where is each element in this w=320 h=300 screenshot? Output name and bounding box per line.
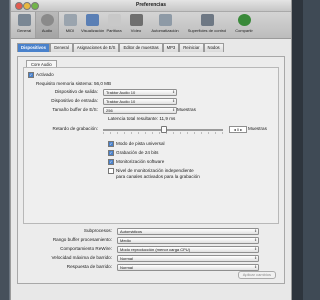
buffer-unit: Muestras <box>177 107 196 112</box>
nivel-sub-label: para canales activados para la grabación <box>116 174 200 179</box>
latencia-label: Latencia total resultante: 11,9 ms <box>108 116 176 121</box>
chevron-updown-icon: ⇕ <box>172 108 175 112</box>
checkmark-icon: ✓ <box>108 141 114 147</box>
activado-checkbox[interactable]: ✓ Activado <box>28 72 54 78</box>
respuesta-popup[interactable]: Normal ⇕ <box>117 264 259 271</box>
preferences-window: Preferencias General Audio MIDI Visualiz… <box>10 0 292 300</box>
tab-bar: Dispositivos General Asignaciones de E/S… <box>11 39 291 52</box>
check-monitorizacion[interactable]: ✓ Monitorización software <box>108 159 164 165</box>
retardo-stepper[interactable]: ◂ 0 ▸ <box>229 126 247 133</box>
memoria-label: Requisito memoria sistema: 56,0 MB <box>36 81 112 86</box>
buffer-label: Tamaño buffer de E/S: <box>52 107 98 112</box>
checkmark-icon: ✓ <box>108 150 114 156</box>
midi-cable-icon <box>63 14 77 26</box>
toolbar-superficies[interactable]: Superficies de control <box>183 12 231 38</box>
toolbar-automatizacion[interactable]: Automatización <box>147 12 183 38</box>
tab-mp3[interactable]: MP3 <box>162 43 180 52</box>
share-icon <box>237 14 251 26</box>
entrada-label: Dispositivo de entrada: <box>51 98 98 103</box>
chevron-updown-icon: ⇕ <box>172 90 175 94</box>
plus-icon[interactable]: ▸ <box>240 127 242 132</box>
checkbox-empty-icon <box>108 168 114 174</box>
tab-dispositivos[interactable]: Dispositivos <box>17 43 50 52</box>
film-icon <box>129 14 143 26</box>
toolbar-partitura[interactable]: Partitura <box>103 12 125 38</box>
tab-general[interactable]: General <box>49 43 73 52</box>
switch-icon <box>17 14 31 26</box>
velocidad-label: Velocidad máxima de barrido: <box>51 255 112 260</box>
core-audio-group: ✓ Activado Requisito memoria sistema: 56,… <box>23 67 279 224</box>
check-modo-pista[interactable]: ✓ Modo de pista universal <box>108 141 165 147</box>
toolbar-general[interactable]: General <box>13 12 35 38</box>
title-bar[interactable]: Preferencias <box>11 0 291 12</box>
tab-asignaciones[interactable]: Asignaciones de E/S <box>72 43 120 52</box>
tab-nodos[interactable]: Nodos <box>203 43 224 52</box>
window-title: Preferencias <box>135 2 167 8</box>
rango-popup[interactable]: Medio ⇕ <box>117 237 259 244</box>
toolbar-compartir[interactable]: Compartir <box>231 12 257 38</box>
checkmark-icon: ✓ <box>28 72 34 78</box>
tab-reiniciar[interactable]: Reiniciar <box>179 43 204 52</box>
chevron-updown-icon: ⇕ <box>254 238 257 242</box>
control-surface-icon <box>200 14 214 26</box>
procesador-label: Subprocesos: <box>83 228 112 233</box>
rewire-label: Comportamiento ReWire: <box>60 246 112 251</box>
entrada-popup[interactable]: Traktor Audio 10 ⇕ <box>103 98 177 105</box>
chevron-updown-icon: ⇕ <box>254 265 257 269</box>
monitor-icon <box>85 14 99 26</box>
speaker-icon <box>40 14 54 26</box>
aplicar-cambios-button[interactable]: Aplicar cambios <box>237 271 276 279</box>
toolbar-video[interactable]: Vídeo <box>125 12 147 38</box>
procesador-popup[interactable]: Automáticos ⇕ <box>117 228 259 235</box>
retardo-label: Retardo de grabación: <box>52 126 98 131</box>
chevron-updown-icon: ⇕ <box>172 99 175 103</box>
checkmark-icon: ✓ <box>108 159 114 165</box>
retardo-unit: Muestras <box>248 126 267 131</box>
rewire-popup[interactable]: Modo reproducción (menor carga CPU) ⇕ <box>117 246 259 253</box>
tab-editor-muestras[interactable]: Editor de muestras <box>119 43 163 52</box>
score-icon <box>107 14 121 26</box>
buffer-popup[interactable]: 256 ⇕ <box>103 107 177 114</box>
check-24-bits[interactable]: ✓ Grabación de 24 bits <box>108 150 158 156</box>
devices-pane: Core Audio ✓ Activado Requisito memoria s… <box>17 56 285 284</box>
chevron-updown-icon: ⇕ <box>254 256 257 260</box>
retardo-slider-knob[interactable] <box>161 126 167 133</box>
toolbar-visualizacion[interactable]: Visualización <box>81 12 104 38</box>
salida-label: Dispositivo de salida: <box>54 89 98 94</box>
chevron-updown-icon: ⇕ <box>254 247 257 251</box>
salida-popup[interactable]: Traktor Audio 10 ⇕ <box>103 89 177 96</box>
preferences-toolbar: General Audio MIDI Visualización Partitu… <box>11 12 291 39</box>
velocidad-popup[interactable]: Normal ⇕ <box>117 255 259 262</box>
minus-icon[interactable]: ◂ <box>234 127 236 132</box>
chevron-updown-icon: ⇕ <box>254 229 257 233</box>
respuesta-label: Respuesta de barrido: <box>66 264 112 269</box>
toolbar-audio[interactable]: Audio <box>35 12 59 38</box>
rango-label: Rango buffer procesamiento: <box>52 237 112 242</box>
automation-icon <box>158 14 172 26</box>
toolbar-midi[interactable]: MIDI <box>59 12 81 38</box>
